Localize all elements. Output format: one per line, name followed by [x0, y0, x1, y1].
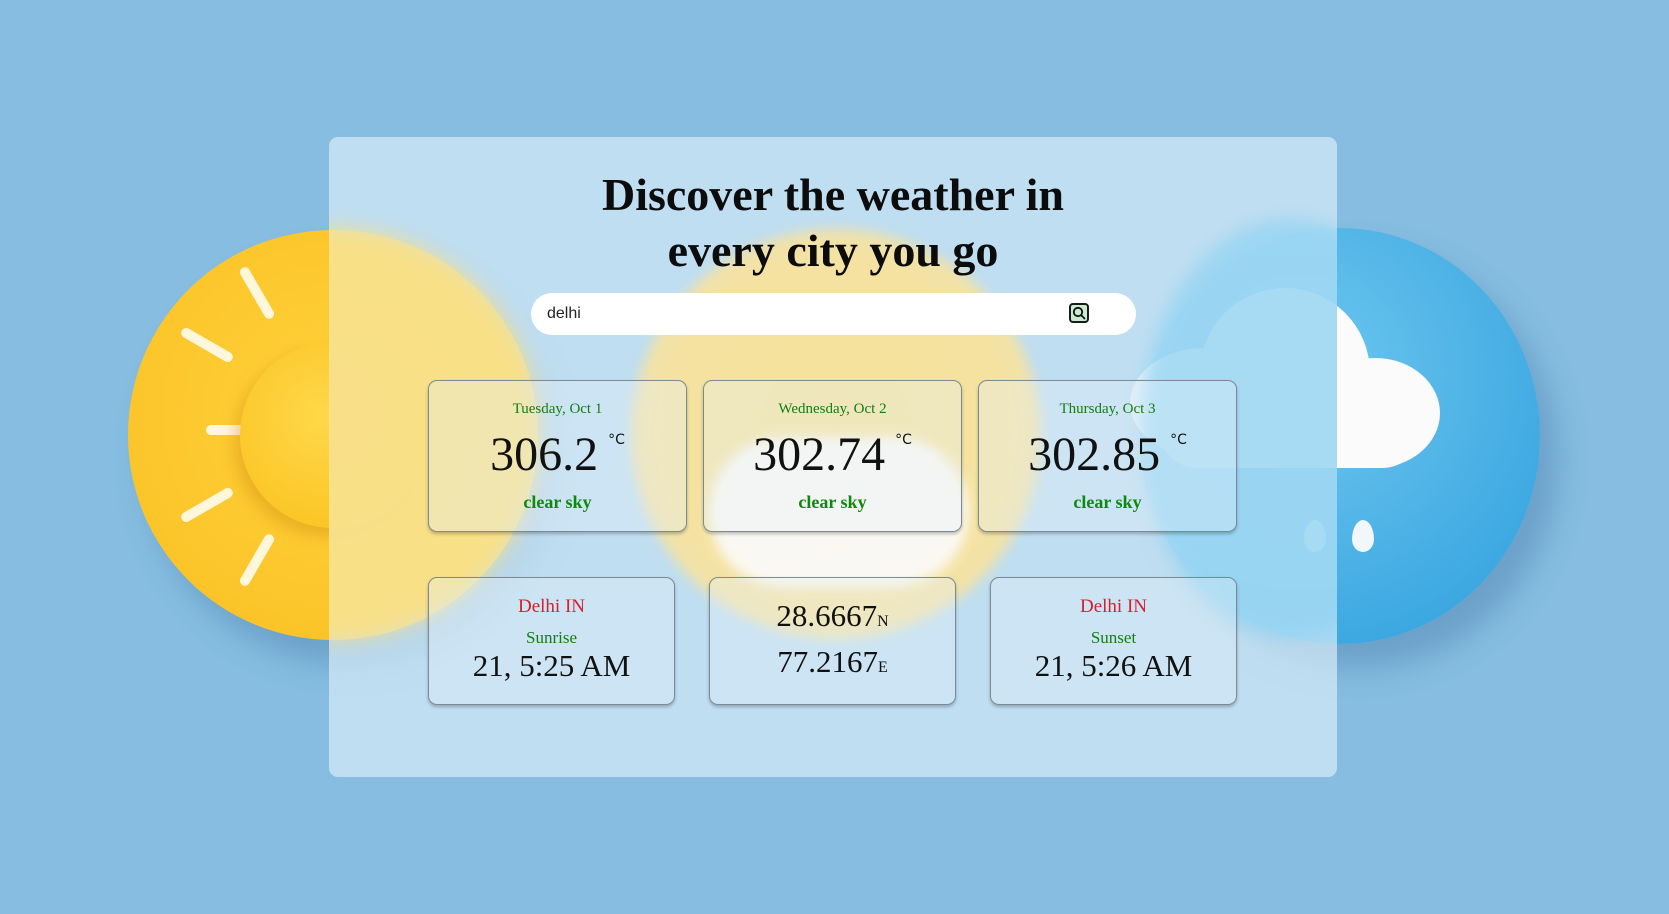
- longitude: 77.2167E: [777, 644, 888, 679]
- sunset-card: Delhi IN Sunset 21, 5:26 AM: [990, 577, 1237, 705]
- city-search-input[interactable]: [547, 302, 1027, 326]
- forecast-description: clear sky: [523, 492, 592, 512]
- forecast-temp: 302.74 °C: [753, 428, 912, 481]
- temp-unit: °C: [1170, 432, 1187, 448]
- forecast-temp: 306.2 °C: [490, 428, 625, 481]
- forecast-date: Wednesday, Oct 2: [778, 401, 887, 417]
- temp-unit: °C: [895, 432, 912, 448]
- forecast-date: Tuesday, Oct 1: [512, 401, 603, 417]
- city-name: Delhi IN: [1079, 596, 1147, 617]
- city-name: Delhi IN: [517, 596, 585, 617]
- temp-unit: °C: [608, 432, 625, 448]
- sunset-label: Sunset: [1090, 628, 1137, 647]
- forecast-card-day-2: Wednesday, Oct 2 302.74 °C clear sky: [703, 380, 962, 532]
- forecast-card-day-3: Thursday, Oct 3 302.85 °C clear sky: [978, 380, 1237, 532]
- forecast-description: clear sky: [1073, 492, 1142, 512]
- sunrise-time: 21, 5:25 AM: [472, 648, 631, 683]
- search-bar: [531, 293, 1136, 335]
- forecast-date: Thursday, Oct 3: [1059, 401, 1156, 417]
- sunrise-label: Sunrise: [526, 628, 577, 647]
- search-icon: [1072, 306, 1086, 320]
- forecast-temp: 302.85 °C: [1028, 428, 1187, 481]
- title-line-1: Discover the weather in: [601, 169, 1065, 220]
- page-title: Discover the weather in every city you g…: [329, 167, 1337, 279]
- sunset-time: 21, 5:26 AM: [1034, 648, 1193, 683]
- title-line-2: every city you go: [667, 225, 999, 276]
- weather-panel: Discover the weather in every city you g…: [329, 137, 1337, 777]
- search-button[interactable]: [1069, 303, 1089, 323]
- forecast-description: clear sky: [798, 492, 867, 512]
- coordinates-card: 28.6667N 77.2167E: [709, 577, 956, 705]
- latitude: 28.6667N: [776, 598, 889, 633]
- sunrise-card: Delhi IN Sunrise 21, 5:25 AM: [428, 577, 675, 705]
- forecast-card-day-1: Tuesday, Oct 1 306.2 °C clear sky: [428, 380, 687, 532]
